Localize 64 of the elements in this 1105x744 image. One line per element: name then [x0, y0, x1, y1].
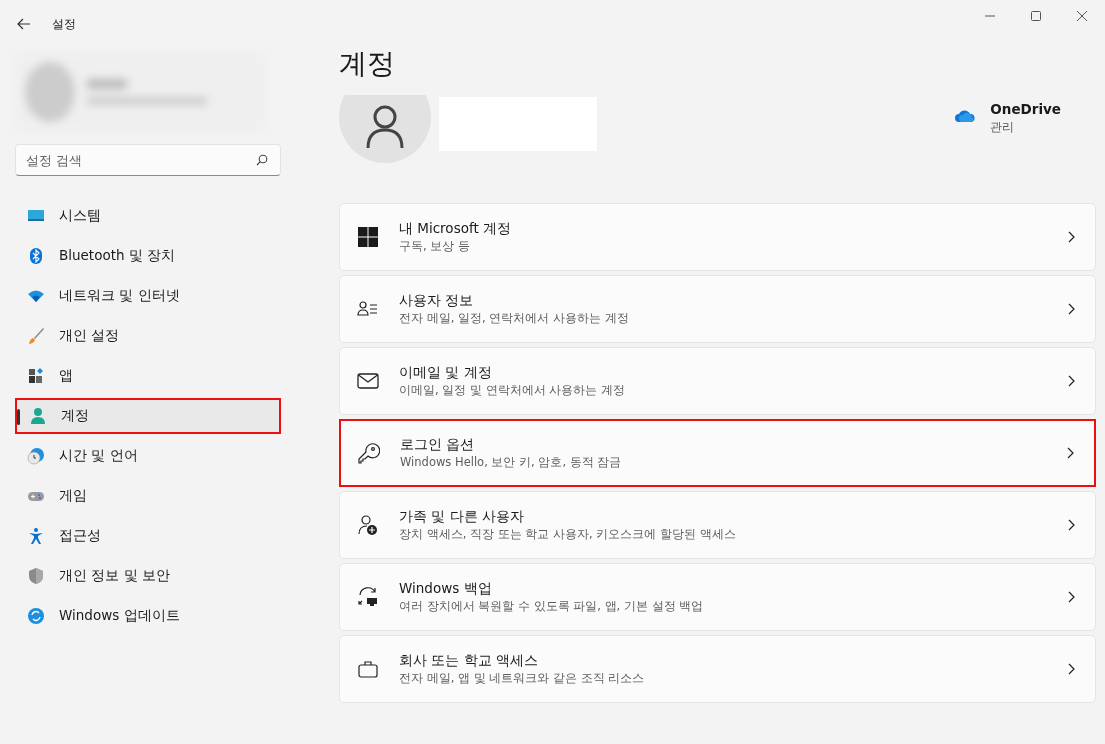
- accessibility-icon: [27, 527, 45, 545]
- close-icon: [1077, 11, 1087, 21]
- card-subtitle: 여러 장치에서 복원할 수 있도록 파일, 앱, 기본 설정 백업: [399, 599, 705, 614]
- sync-monitor-icon: [357, 586, 379, 608]
- chevron-icon: [1068, 303, 1075, 315]
- mail-icon: [357, 370, 379, 392]
- maximize-icon: [1031, 11, 1041, 21]
- sidebar-item[interactable]: Windows 업데이트: [15, 598, 281, 634]
- back-icon: [17, 18, 31, 30]
- sidebar-item[interactable]: 시간 및 언어: [15, 438, 281, 474]
- settings-card[interactable]: 가족 및 다른 사용자 장치 액세스, 직장 또는 학교 사용자, 키오스크에 할당된 액세스: [339, 491, 1096, 559]
- settings-card[interactable]: 이메일 및 계정 이메일, 일정 및 연락처에서 사용하는 계정: [339, 347, 1096, 415]
- chevron-icon: [1067, 447, 1074, 459]
- sidebar-item[interactable]: 개인 설정: [15, 318, 281, 354]
- cloud-icon: [954, 109, 977, 123]
- card-title: 회사 또는 학교 액세스: [399, 652, 539, 670]
- sidebar-item[interactable]: 게임: [15, 478, 281, 514]
- sidebar-item[interactable]: 계정: [15, 398, 281, 434]
- window-title: 설정: [52, 15, 76, 33]
- sidebar-item[interactable]: 시스템: [15, 198, 281, 234]
- chevron-icon: [1068, 231, 1075, 243]
- bluetooth-icon: [27, 247, 45, 265]
- card-subtitle: 전자 메일, 앱 및 네트워크와 같은 조직 리소스: [399, 671, 646, 686]
- avatar-icon: [339, 95, 431, 163]
- onedrive-title: OneDrive: [990, 101, 1061, 117]
- card-subtitle: 장치 액세스, 직장 또는 학교 사용자, 키오스크에 할당된 액세스: [399, 527, 737, 542]
- shield-icon: [27, 567, 45, 585]
- sidebar-item[interactable]: 앱: [15, 358, 281, 394]
- chevron-icon: [1068, 375, 1075, 387]
- settings-card[interactable]: 회사 또는 학교 액세스 전자 메일, 앱 및 네트워크와 같은 조직 리소스: [339, 635, 1096, 703]
- person-icon: [29, 407, 47, 425]
- chevron-icon: [1068, 663, 1075, 675]
- card-title: 이메일 및 계정: [399, 364, 493, 382]
- settings-card[interactable]: 로그인 옵션 Windows Hello, 보안 키, 암호, 동적 잠금: [339, 419, 1096, 487]
- chevron-icon: [1068, 591, 1075, 603]
- card-title: 가족 및 다른 사용자: [399, 508, 525, 526]
- search-icon: [256, 154, 268, 166]
- card-subtitle: 전자 메일, 일정, 연락처에서 사용하는 계정: [399, 311, 630, 326]
- card-title: 내 Microsoft 계정: [399, 220, 513, 238]
- card-title: Windows 백업: [399, 580, 493, 598]
- sidebar-item[interactable]: 개인 정보 및 보안: [15, 558, 281, 594]
- settings-card[interactable]: Windows 백업 여러 장치에서 복원할 수 있도록 파일, 앱, 기본 설정 백업: [339, 563, 1096, 631]
- card-subtitle: Windows Hello, 보안 키, 암호, 동적 잠금: [400, 455, 623, 470]
- key-icon: [358, 442, 380, 464]
- sidebar-item[interactable]: 네트워크 및 인터넷: [15, 278, 281, 314]
- briefcase-icon: [357, 658, 379, 680]
- card-subtitle: 구독, 보상 등: [399, 239, 471, 254]
- sidebar-item[interactable]: Bluetooth 및 장치: [15, 238, 281, 274]
- settings-card[interactable]: 사용자 정보 전자 메일, 일정, 연락처에서 사용하는 계정: [339, 275, 1096, 343]
- card-subtitle: 이메일, 일정 및 연락처에서 사용하는 계정: [399, 383, 626, 398]
- settings-card[interactable]: 내 Microsoft 계정 구독, 보상 등: [339, 203, 1096, 271]
- chevron-icon: [1068, 519, 1075, 531]
- clock-icon: [27, 447, 45, 465]
- card-title: 사용자 정보: [399, 292, 475, 310]
- page-title: 계정: [339, 46, 396, 82]
- card-title: 로그인 옵션: [400, 436, 476, 454]
- add-person-icon: [357, 514, 379, 536]
- brush-icon: [27, 327, 45, 345]
- update-icon: [27, 607, 45, 625]
- windows-logo-icon: [357, 226, 379, 248]
- sidebar-item[interactable]: 접근성: [15, 518, 281, 554]
- search-field[interactable]: 설정 검색: [15, 144, 281, 176]
- apps-icon: [27, 367, 45, 385]
- manage-link[interactable]: 관리: [990, 119, 1061, 136]
